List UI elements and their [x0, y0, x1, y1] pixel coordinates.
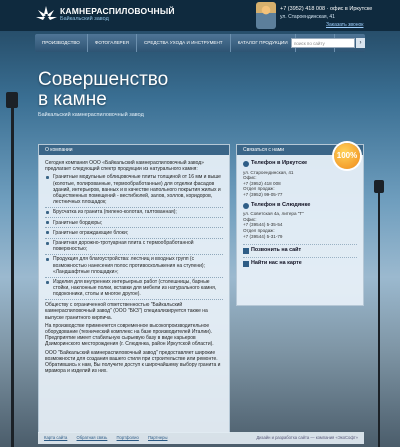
- nav-item-tools[interactable]: СРЕДСТВА УХОДА И ИНСТРУМЕНТ: [137, 34, 231, 52]
- header-address: ул. Староендинская, 41: [280, 14, 335, 20]
- about-paragraph: ООО "Байкальский камнераспиловочный заво…: [45, 349, 221, 375]
- about-panel: О компании Сегодня компания ООО «Байкаль…: [38, 144, 230, 433]
- footer-link-sitemap[interactable]: Карта сайта: [44, 435, 67, 440]
- footer-link-feedback[interactable]: Обратная связь: [77, 435, 108, 440]
- about-panel-header: О компании: [39, 145, 229, 155]
- header-phone: +7 (3952) 418 008 · офис в Иркутске: [280, 6, 373, 12]
- product-item: Гранитные модульные облицовочные плиты т…: [45, 174, 223, 208]
- nav-item-gallery[interactable]: ФОТОГАЛЕРЕЯ: [88, 34, 137, 52]
- search-input[interactable]: поиск по сайту: [291, 38, 355, 48]
- worker-photo: [256, 2, 276, 29]
- about-content: Сегодня компания ООО «Байкальский камнер…: [39, 155, 229, 381]
- brand-tagline: Байкальский завод: [60, 16, 109, 22]
- product-item: Гранитные ограждающие блоки;: [45, 230, 223, 239]
- search-button[interactable]: ›: [356, 38, 365, 48]
- product-item: Брусчатка из гранита (пилено-колотая, га…: [45, 209, 223, 219]
- nav-item-catalog[interactable]: КАТАЛОГ ПРОДУКЦИИ: [231, 34, 296, 52]
- contact-slyudyanka: Телефон в Слюдянке ул. Советская 4а, лит…: [243, 202, 357, 240]
- logo-icon[interactable]: [34, 3, 59, 25]
- street-lamp-right-post: [378, 193, 380, 447]
- map-link[interactable]: Найти нас на карте: [243, 256, 357, 267]
- footer: Карта сайта Обратная связь Портфолио Пар…: [38, 432, 364, 444]
- about-intro: Сегодня компания ООО «Байкальский камнер…: [45, 160, 204, 173]
- hero-subtitle: Байкальский камнераспиловочный завод: [38, 112, 144, 118]
- street-lamp-left-post: [11, 108, 14, 447]
- about-paragraph: На производстве применяется современное …: [45, 322, 214, 348]
- nav-item-production[interactable]: ПРОИЗВОДСТВО: [35, 34, 88, 52]
- phone-slyudyanka-title: Телефон в Слюдянке: [243, 202, 357, 209]
- street-lamp-right: [374, 180, 384, 193]
- irkutsk-sales-phone: +7 (3952) 99-05-77: [243, 191, 283, 197]
- brand-name: КАМНЕРАСПИЛОВОЧНЫЙ: [60, 6, 175, 16]
- footer-copyright: Дизайн и разработка сайта — компания «Эк…: [256, 435, 358, 440]
- quality-badge: 100%: [334, 143, 360, 169]
- about-paragraph: Обществу с ограниченной ответственностью…: [45, 302, 208, 321]
- callback-link[interactable]: Заказать звонок: [326, 22, 363, 28]
- slyudyanka-sales-phone: +7 (39544) 5-31-79: [243, 233, 283, 239]
- product-list: Гранитные модульные облицовочные плиты т…: [45, 174, 223, 301]
- hero-title: Совершенство в камне: [38, 69, 169, 110]
- product-item: Гранитная дорожно-тротуарная плита с тер…: [45, 240, 223, 255]
- product-item: Продукция для благоустройства: лестниц и…: [45, 256, 223, 278]
- product-item: Гранитные бордюры;: [45, 220, 223, 229]
- footer-link-partners[interactable]: Партнеры: [148, 435, 167, 440]
- street-lamp-left: [6, 92, 18, 108]
- product-item: Изделия для внутренних интерьерных работ…: [45, 279, 223, 301]
- write-us-link[interactable]: Позвонить на сайт: [243, 244, 357, 254]
- footer-link-portfolio[interactable]: Портфолио: [117, 435, 139, 440]
